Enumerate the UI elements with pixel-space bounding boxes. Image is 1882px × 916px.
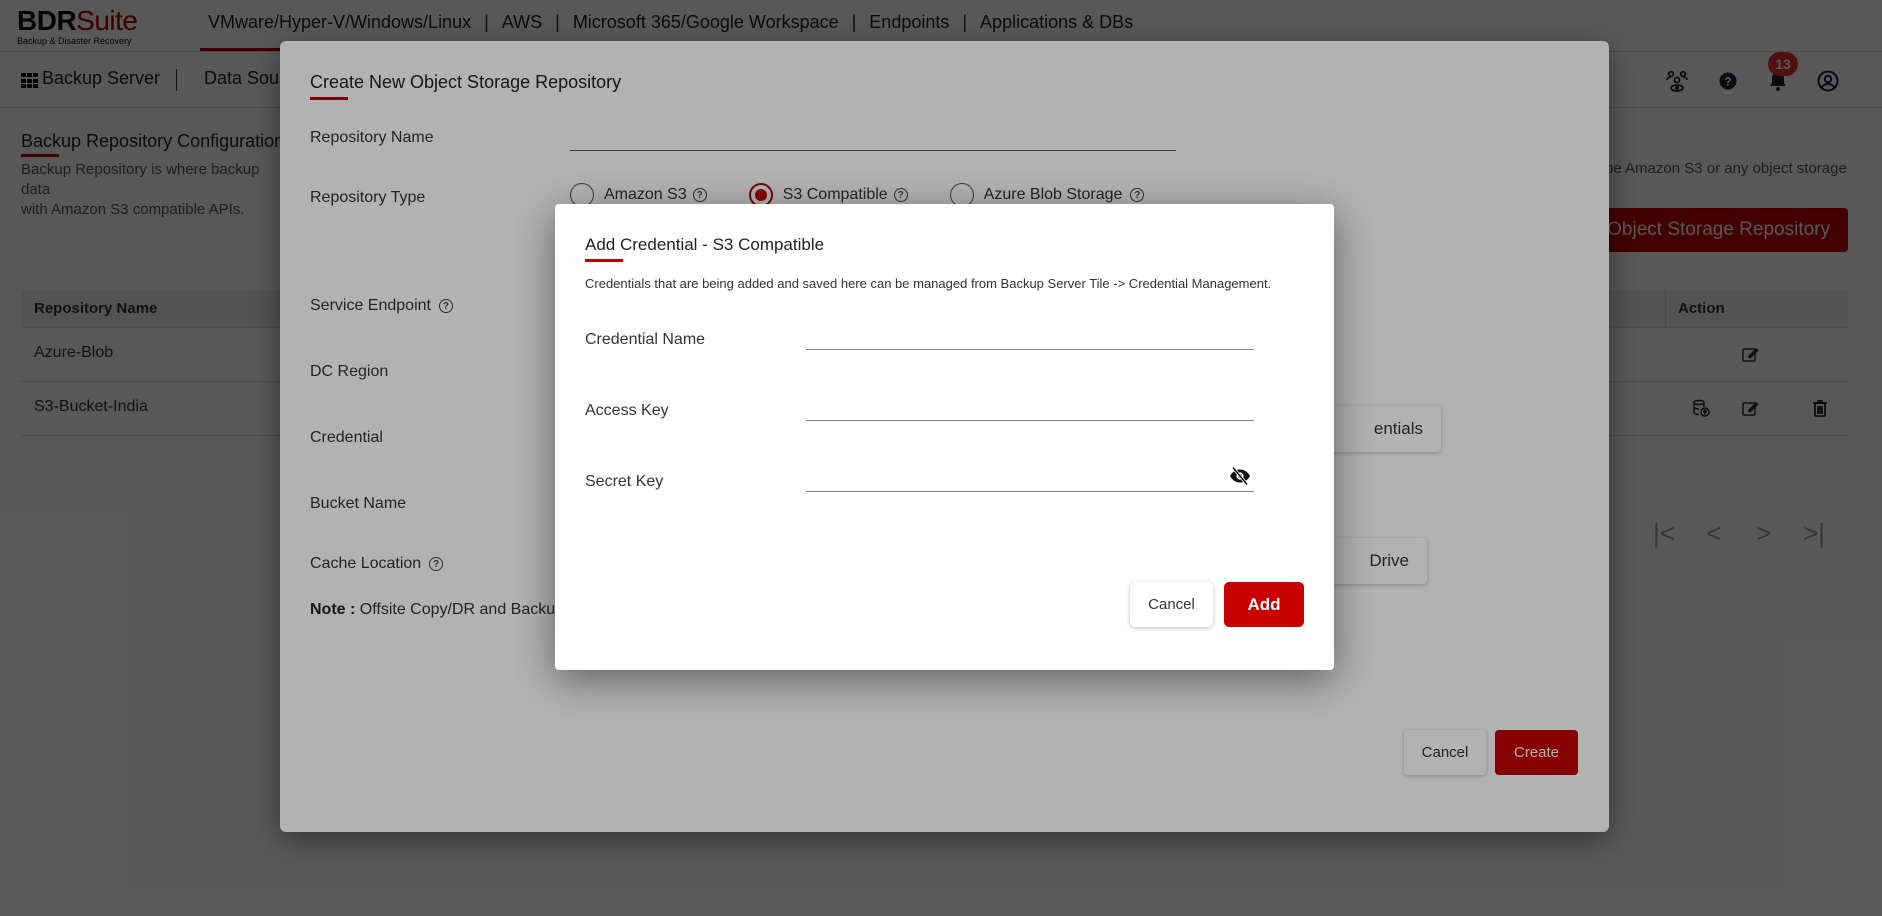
access-key-label: Access Key [585,402,669,419]
cancel-button[interactable]: Cancel [1130,582,1213,627]
secret-key-label: Secret Key [585,473,664,490]
modal-description: Credentials that are being added and sav… [585,276,1272,291]
add-button[interactable]: Add [1224,582,1304,627]
secret-key-input[interactable] [806,468,1254,492]
credential-name-input[interactable] [806,326,1254,350]
add-credential-modal: Add Credential - S3 Compatible Credentia… [555,204,1334,670]
title-underline [585,259,623,262]
modal-title: Add Credential - S3 Compatible [585,235,825,254]
access-key-input[interactable] [806,397,1254,421]
eye-slash-icon[interactable] [1229,466,1251,486]
credential-name-label: Credential Name [585,331,706,348]
